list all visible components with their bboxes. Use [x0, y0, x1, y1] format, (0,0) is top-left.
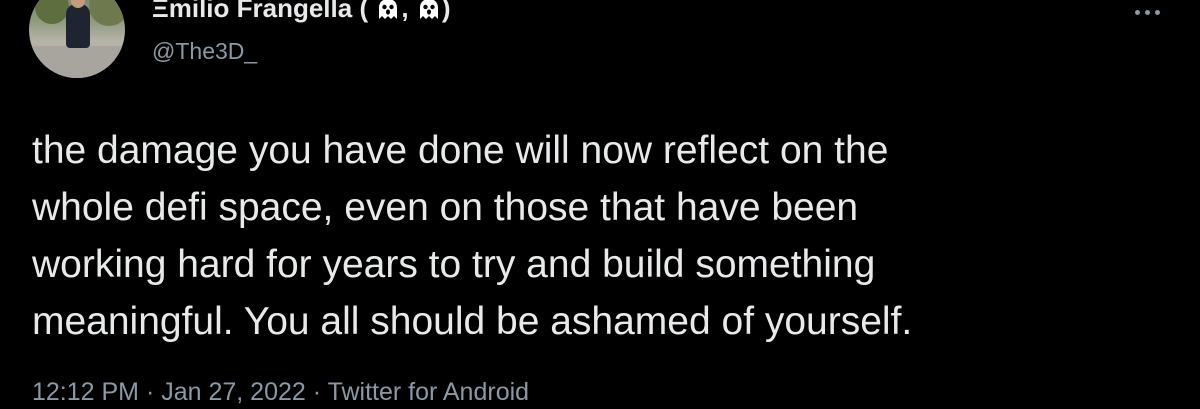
display-name[interactable]: Ξmilio Frangella ( , )	[152, 0, 450, 23]
tweet-line: working hard for years to try and build …	[32, 243, 876, 286]
avatar-photo-tree	[89, 0, 125, 26]
tweet-line: meaningful. You all should be ashamed of…	[32, 300, 913, 343]
avatar-photo-ground	[29, 46, 125, 78]
ghost-icon	[419, 0, 438, 19]
user-handle[interactable]: @The3D_	[152, 37, 257, 65]
avatar[interactable]	[29, 0, 125, 78]
tweet-text: the damage you have done will now reflec…	[32, 122, 1152, 350]
tweet-source[interactable]: Twitter for Android	[328, 378, 529, 406]
more-dot	[1155, 10, 1160, 15]
tweet-line: whole defi space, even on those that hav…	[32, 186, 859, 229]
tweet-meta: 12:12 PM · Jan 27, 2022 · Twitter for An…	[32, 376, 529, 408]
display-name-separator: ,	[401, 0, 409, 23]
more-dot	[1135, 10, 1140, 15]
meta-separator: ·	[139, 378, 162, 406]
tweet-date[interactable]: Jan 27, 2022	[161, 378, 306, 406]
ghost-icon	[379, 0, 398, 19]
avatar-photo-tree	[35, 0, 69, 24]
meta-separator: ·	[305, 378, 328, 406]
more-dot	[1145, 10, 1150, 15]
display-name-text: Ξmilio Frangella (	[152, 0, 369, 23]
tweet-time[interactable]: 12:12 PM	[32, 378, 139, 406]
more-horizontal-icon[interactable]	[1135, 2, 1171, 18]
tweet-line: the damage you have done will now reflec…	[32, 129, 889, 172]
display-name-end: )	[441, 0, 451, 23]
avatar-photo-person	[66, 4, 90, 48]
